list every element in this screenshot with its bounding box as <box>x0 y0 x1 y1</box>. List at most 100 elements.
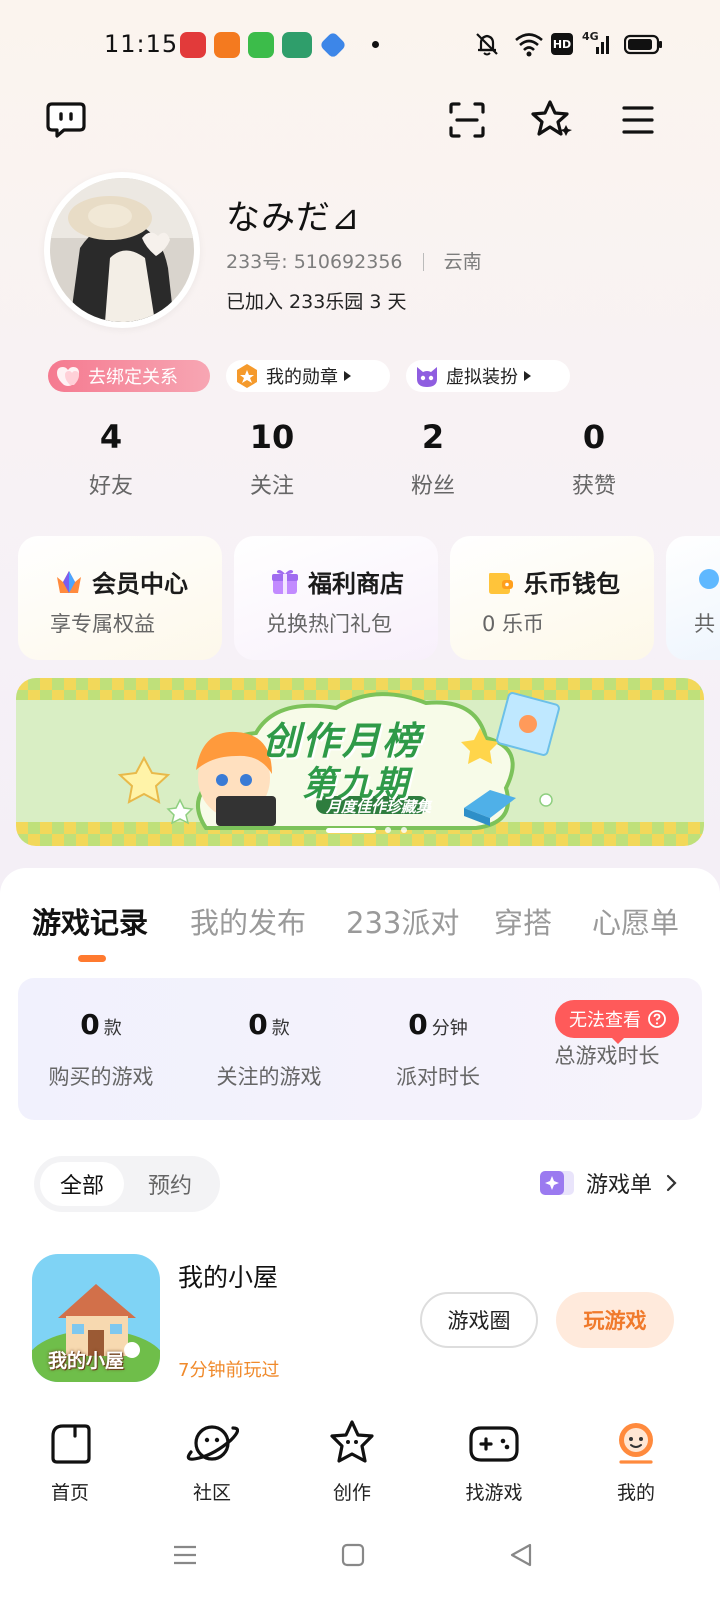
record-followed-games[interactable]: 0款 关注的游戏 <box>184 1008 354 1091</box>
battery-icon <box>624 34 662 55</box>
lecoin-wallet-sub: 0 乐币 <box>482 612 545 636</box>
vip-center-title: 会员中心 <box>92 570 188 598</box>
more-service-sub: 共 <box>694 612 715 636</box>
system-home-icon[interactable] <box>338 1540 368 1570</box>
record-unit: 款 <box>271 1018 290 1039</box>
lecoin-wallet-card[interactable]: 乐币钱包 0 乐币 <box>450 536 654 660</box>
game-icon-text: 我的小屋 <box>48 1350 125 1372</box>
notification-app-icon <box>180 32 206 58</box>
mute-bell-icon <box>476 33 498 56</box>
tab-233-party[interactable]: 233派对 <box>346 900 459 942</box>
stat-value: 0 <box>582 418 606 456</box>
heart-icon <box>57 367 79 386</box>
nickname[interactable]: なみだ⊿ <box>226 190 361 239</box>
more-service-card[interactable]: 共 <box>666 536 720 660</box>
game-list-icon <box>540 1171 574 1195</box>
crown-gem-icon <box>57 570 81 593</box>
avatar-photo <box>50 178 194 322</box>
welfare-shop-title: 福利商店 <box>308 570 404 598</box>
record-value: 0 <box>80 1008 100 1041</box>
notification-app-icon <box>248 32 274 58</box>
lecoin-wallet-title: 乐币钱包 <box>524 570 620 598</box>
scan-icon[interactable] <box>443 96 491 144</box>
vip-center-card[interactable]: 会员中心 享专属权益 <box>18 536 222 660</box>
stat-likes[interactable]: 0 获赞 <box>529 418 659 500</box>
stat-following[interactable]: 10 关注 <box>207 418 337 500</box>
nav-home[interactable]: 首页 <box>20 1418 120 1505</box>
status-bar: 11:15 HD 4G <box>0 0 720 88</box>
record-label: 总游戏时长 <box>554 1044 660 1068</box>
vip-center-sub: 享专属权益 <box>50 612 155 636</box>
nav-mine[interactable]: 我的 <box>586 1418 686 1505</box>
game-circle-button[interactable]: 游戏圈 <box>420 1292 538 1348</box>
wifi-icon <box>515 33 543 57</box>
cat-mask-icon <box>417 367 437 387</box>
nav-label: 创作 <box>332 1482 371 1504</box>
record-label: 购买的游戏 <box>48 1065 154 1089</box>
menu-icon[interactable] <box>614 96 662 144</box>
wallet-icon <box>489 572 513 594</box>
tab-game-records[interactable]: 游戏记录 <box>32 900 148 942</box>
home-icon <box>51 1424 91 1464</box>
stat-friends[interactable]: 4 好友 <box>46 418 176 500</box>
bind-relation-chip[interactable]: 去绑定关系 <box>48 360 210 392</box>
my-badges-chip[interactable]: 我的勋章 <box>226 360 390 392</box>
record-label: 派对时长 <box>396 1065 480 1089</box>
stat-fans[interactable]: 2 粉丝 <box>368 418 498 500</box>
nav-create[interactable]: 创作 <box>302 1418 402 1505</box>
game-list-label: 游戏单 <box>586 1173 653 1198</box>
notification-app-icon <box>282 32 312 58</box>
status-time: 11:15 <box>104 30 179 58</box>
stat-label: 粉丝 <box>410 474 455 499</box>
more-notifications-dot <box>372 41 379 48</box>
user-id[interactable]: 233号: 510692356 <box>226 251 403 273</box>
stat-value: 2 <box>421 418 445 456</box>
nav-community[interactable]: 社区 <box>162 1418 262 1505</box>
planet-icon <box>186 1425 240 1461</box>
dressup-chip[interactable]: 虚拟装扮 <box>406 360 570 392</box>
last-played-time: 7分钟前玩过 <box>178 1360 280 1381</box>
stat-label: 关注 <box>249 474 294 499</box>
game-list-link[interactable]: 游戏单 <box>540 1167 682 1199</box>
cannot-view-tag[interactable]: 无法查看 <box>555 1000 679 1044</box>
tab-wishlist[interactable]: 心愿单 <box>592 900 679 942</box>
tab-my-posts[interactable]: 我的发布 <box>190 900 306 942</box>
chevron-right-icon <box>524 371 531 381</box>
profile-face-icon <box>619 1423 653 1464</box>
segment-all[interactable]: 全部 <box>40 1162 124 1206</box>
tab-outfits[interactable]: 穿搭 <box>494 900 552 942</box>
record-unit: 款 <box>103 1018 122 1039</box>
user-meta: 233号: 510692356 云南 <box>226 247 482 274</box>
record-total-play-time[interactable]: 总游戏时长 <box>522 1040 692 1070</box>
hd-badge: HD <box>551 33 573 55</box>
segment-reserve[interactable]: 预约 <box>128 1162 212 1206</box>
promo-banner[interactable]: 创作月榜 第九期 月度佳作珍藏集 <box>16 678 704 846</box>
notification-app-icon <box>319 31 347 59</box>
welfare-shop-card[interactable]: 福利商店 兑换热门礼包 <box>234 536 438 660</box>
chat-bubble-icon[interactable] <box>42 96 90 144</box>
game-icon[interactable]: 我的小屋 <box>32 1254 160 1382</box>
cannot-view-label: 无法查看 <box>569 1010 641 1031</box>
welfare-shop-sub: 兑换热门礼包 <box>266 612 392 636</box>
game-title[interactable]: 我的小屋 <box>178 1258 278 1294</box>
record-purchased-games[interactable]: 0款 购买的游戏 <box>16 1008 186 1091</box>
star-sparkle-icon[interactable] <box>529 96 577 144</box>
nav-find-games[interactable]: 找游戏 <box>444 1418 544 1505</box>
chevron-right-icon <box>344 371 351 381</box>
nav-label: 社区 <box>192 1482 231 1504</box>
my-badges-label: 我的勋章 <box>266 367 338 388</box>
avatar[interactable] <box>44 172 200 328</box>
stat-value: 10 <box>249 418 295 456</box>
gamepad-icon <box>469 1426 519 1462</box>
service-icon <box>699 569 719 589</box>
user-region: 云南 <box>443 251 482 273</box>
stat-value: 4 <box>99 418 123 456</box>
nav-label: 首页 <box>50 1482 89 1504</box>
record-party-duration[interactable]: 0 分钟 派对时长 <box>353 1008 523 1091</box>
system-back-icon[interactable] <box>506 1540 536 1570</box>
play-game-button[interactable]: 玩游戏 <box>556 1292 674 1348</box>
badge-icon <box>237 364 257 388</box>
notification-app-icon <box>214 32 240 58</box>
joined-days: 已加入 233乐园 3 天 <box>226 291 407 313</box>
system-menu-icon[interactable] <box>170 1540 200 1570</box>
